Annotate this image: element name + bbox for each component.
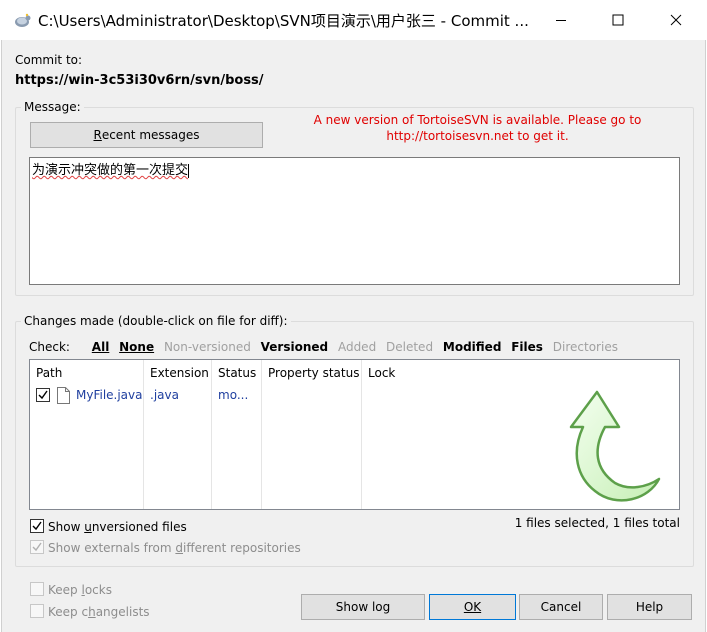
filter-directories[interactable]: Directories [553, 340, 618, 354]
message-text: 为演示冲突做的第一次提交 [32, 163, 189, 178]
keep-changelists-checkbox[interactable] [30, 604, 44, 618]
ok-label: OK [463, 600, 482, 614]
column-property-status[interactable]: Property status [262, 360, 362, 384]
filter-files[interactable]: Files [511, 340, 543, 354]
keep-locks-checkbox[interactable] [30, 582, 44, 596]
label-part: Keep c [48, 605, 89, 619]
row-status: mo... [218, 388, 249, 402]
changes-list[interactable]: Path Extension Status Property status Lo… [29, 359, 680, 510]
label-part: ocks [84, 583, 112, 597]
filter-none[interactable]: None [119, 340, 154, 354]
filter-non-versioned[interactable]: Non-versioned [164, 340, 251, 354]
column-divider [261, 360, 262, 509]
message-input[interactable]: 为演示冲突做的第一次提交 [29, 157, 680, 285]
message-legend: Message: [21, 100, 84, 114]
label-part: angelists [95, 605, 150, 619]
text-caret [188, 163, 190, 178]
check-label: Check: [29, 340, 70, 354]
show-log-button[interactable]: Show log [301, 594, 425, 620]
row-path: MyFile.java [76, 388, 143, 402]
help-button[interactable]: Help [607, 594, 692, 620]
update-notice-line1: A new version of TortoiseSVN is availabl… [313, 113, 642, 127]
title-bar: C:\Users\Administrator\Desktop\SVN项目演示\用… [0, 0, 707, 40]
ok-button[interactable]: OK [429, 594, 516, 620]
column-lock[interactable]: Lock [362, 360, 422, 384]
window-title: C:\Users\Administrator\Desktop\SVN项目演示\用… [38, 12, 529, 30]
commit-arrow-icon [569, 390, 661, 502]
recent-messages-button[interactable]: Recent messages [30, 122, 263, 148]
column-extension[interactable]: Extension [144, 360, 212, 384]
filter-all[interactable]: All [92, 340, 110, 354]
show-externals-checkbox[interactable] [30, 540, 44, 554]
changes-legend: Changes made (double-click on file for d… [21, 314, 291, 328]
close-icon [670, 14, 682, 26]
column-divider [211, 360, 212, 509]
label-part: Show externals from [48, 541, 176, 555]
label-part: Keep [48, 583, 82, 597]
file-icon [57, 387, 70, 407]
close-button[interactable] [647, 0, 705, 40]
column-status[interactable]: Status [212, 360, 262, 384]
cancel-button[interactable]: Cancel [519, 594, 603, 620]
keep-locks-label[interactable]: Keep locks [48, 583, 112, 597]
maximize-button[interactable] [589, 0, 647, 40]
update-notice[interactable]: A new version of TortoiseSVN is availabl… [300, 112, 655, 144]
label-part: nversioned files [91, 520, 187, 534]
list-header: Path Extension Status Property status Lo… [30, 360, 679, 384]
filter-modified[interactable]: Modified [443, 340, 502, 354]
recent-messages-label: ecent messages [101, 128, 200, 142]
check-filter-row: Check: All None Non-versioned Versioned … [29, 340, 624, 354]
show-unversioned-label[interactable]: Show unversioned files [48, 520, 187, 534]
row-checkbox[interactable] [36, 388, 50, 402]
label-part: Show [48, 520, 85, 534]
message-text-wrap: 为演示冲突做的第一次提交 [32, 159, 190, 178]
commit-url: https://win-3c53i30v6rn/svn/boss/ [15, 73, 264, 88]
filter-versioned[interactable]: Versioned [261, 340, 328, 354]
label-accel: h [88, 605, 96, 619]
label-part: ifferent repositories [183, 541, 301, 555]
keep-changelists-label[interactable]: Keep changelists [48, 605, 150, 619]
label-accel: u [84, 520, 92, 534]
recent-messages-accel: R [93, 128, 102, 142]
column-divider [361, 360, 362, 509]
commit-to-label: Commit to: [15, 53, 83, 67]
minimize-button[interactable] [532, 0, 590, 40]
show-unversioned-checkbox[interactable] [30, 519, 44, 533]
tortoisesvn-icon [12, 10, 32, 30]
filter-deleted[interactable]: Deleted [386, 340, 433, 354]
row-extension: .java [150, 388, 179, 402]
minimize-icon [556, 20, 566, 21]
update-notice-line2: http://tortoisesvn.net to get it. [386, 129, 569, 143]
column-divider [143, 360, 144, 509]
filter-added[interactable]: Added [338, 340, 376, 354]
label-accel: d [175, 541, 184, 555]
show-externals-label[interactable]: Show externals from different repositori… [48, 541, 301, 555]
column-path[interactable]: Path [30, 360, 144, 384]
maximize-icon [612, 14, 624, 26]
files-summary: 1 files selected, 1 files total [514, 516, 680, 530]
